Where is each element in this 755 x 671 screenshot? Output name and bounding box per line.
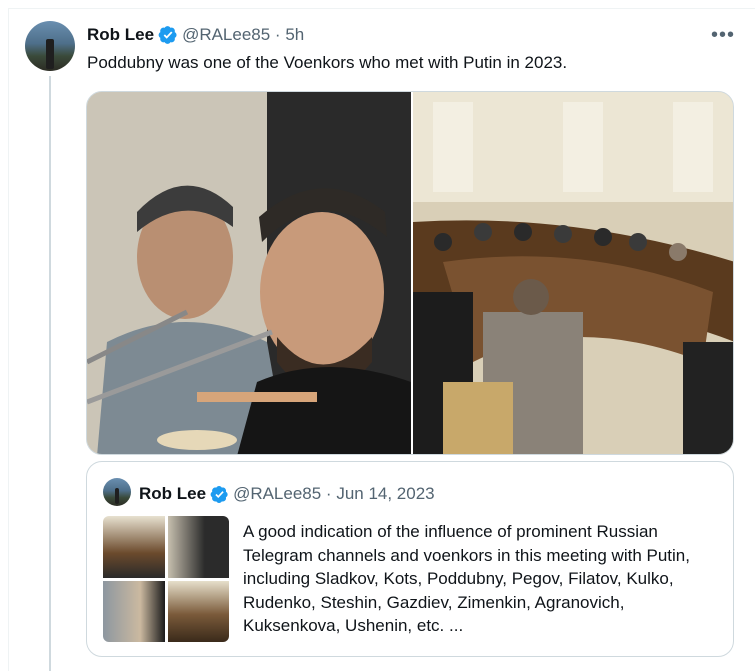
photo-1-illustration (87, 92, 411, 454)
photo-2-illustration (413, 92, 733, 454)
tweet-media[interactable] (86, 91, 734, 455)
quoted-media-thumbnail (103, 516, 229, 642)
quoted-author-avatar (103, 478, 131, 506)
thread-line (49, 76, 51, 671)
author-name[interactable]: Rob Lee (87, 25, 154, 45)
verified-badge-icon (158, 26, 177, 44)
quoted-author-name: Rob Lee (139, 484, 207, 503)
media-photo-2[interactable] (413, 92, 733, 454)
verified-badge-icon (210, 485, 228, 503)
quoted-tweet[interactable]: Rob Lee @RALee85 · Jun 14, 2023 A good i… (86, 461, 734, 657)
quoted-tweet-header: Rob Lee @RALee85 · Jun 14, 2023 (139, 484, 435, 504)
more-horizontal-icon[interactable]: ••• (711, 24, 734, 46)
quoted-author-handle-time: @RALee85 · Jun 14, 2023 (233, 484, 435, 503)
author-handle-time[interactable]: @RALee85 · 5h (182, 25, 304, 45)
tweet-text: Poddubny was one of the Voenkors who met… (87, 53, 568, 72)
author-avatar[interactable] (25, 21, 75, 71)
media-photo-1[interactable] (87, 92, 411, 454)
tweet-header: Rob Lee @RALee85 · 5h (87, 24, 304, 46)
quoted-tweet-text: A good indication of the influence of pr… (243, 522, 690, 635)
